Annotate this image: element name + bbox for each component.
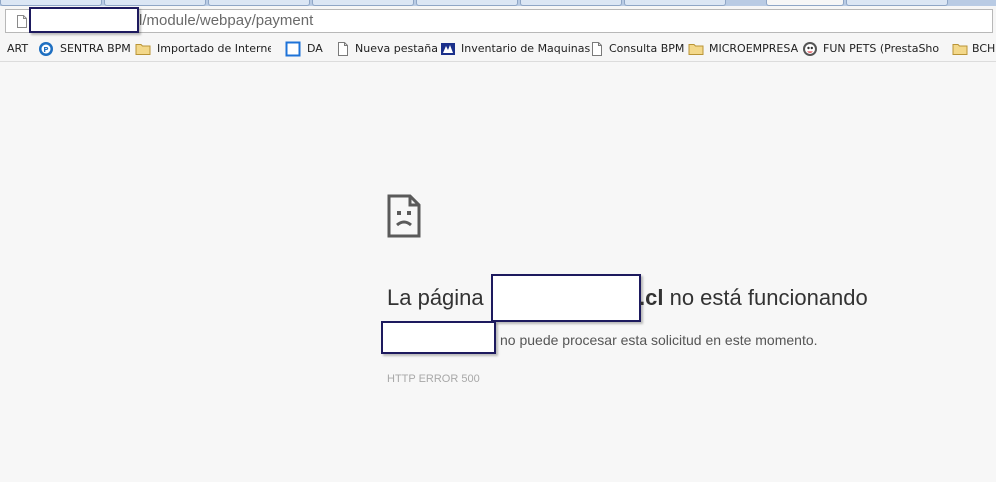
- bookmark-nueva-pestana[interactable]: Nueva pestaña: [335, 41, 438, 57]
- address-bar[interactable]: l/module/webpay/payment: [5, 9, 993, 33]
- browser-toolbar: l/module/webpay/payment: [0, 6, 996, 37]
- folder-icon: [688, 44, 704, 55]
- bookmark-label: Importado de Internet E: [157, 42, 271, 55]
- bookmark-label: SENTRA BPM: [60, 42, 131, 55]
- page-icon: [592, 42, 602, 56]
- bookmark-fun-pets[interactable]: FUN PETS (PrestaShop™: [802, 41, 942, 57]
- bookmark-consulta-bpm[interactable]: Consulta BPM: [589, 41, 685, 57]
- bookmark-art[interactable]: ART: [7, 41, 31, 57]
- bookmark-label: Consulta BPM: [609, 42, 685, 55]
- bookmark-label: Inventario de Maquinas: [461, 42, 591, 55]
- bookmark-inventario[interactable]: Inventario de Maquinas: [440, 41, 590, 57]
- error-code: HTTP ERROR 500: [387, 373, 480, 385]
- bookmarks-bar: ART P SENTRA BPM Importado de Internet E…: [0, 37, 996, 62]
- error-title-suffix: no está funcionando: [669, 285, 868, 310]
- redacted-domain-box: [29, 7, 139, 33]
- bookmark-microempresa[interactable]: MICROEMPRESA: [688, 41, 798, 57]
- prestashop-icon: [803, 42, 817, 56]
- bookmark-label: ART: [7, 42, 29, 55]
- bookmark-label: BCH: [972, 42, 996, 55]
- bookmark-da[interactable]: DA: [285, 41, 325, 57]
- page-icon: [17, 15, 27, 28]
- bookmark-label: FUN PETS (PrestaShop™: [823, 42, 939, 55]
- svg-text:P: P: [43, 46, 48, 54]
- error-title-domain-tail: .cl: [639, 285, 664, 310]
- page-icon: [338, 42, 348, 56]
- bookmark-label: MICROEMPRESA: [709, 42, 799, 55]
- sad-page-icon: [387, 194, 421, 238]
- folder-icon: [135, 44, 151, 55]
- folder-icon: [952, 44, 968, 55]
- bookmark-label: Nueva pestaña: [355, 42, 438, 55]
- bookmark-importado[interactable]: Importado de Internet E: [135, 41, 275, 57]
- bookmark-label: DA: [307, 42, 323, 55]
- url-text[interactable]: l/module/webpay/payment: [139, 12, 313, 29]
- error-title-prefix: La página: [387, 285, 484, 310]
- error-title-tail: .cl no está funcionando: [639, 285, 868, 311]
- redacted-domain-box: [491, 274, 641, 322]
- blue-square-icon: [285, 41, 301, 57]
- bookmark-sentra-bpm[interactable]: P SENTRA BPM: [38, 41, 131, 57]
- redacted-host-box: [381, 321, 496, 354]
- inventory-icon: [441, 43, 455, 55]
- bookmark-bch[interactable]: BCH: [952, 41, 996, 57]
- sentra-gear-icon: P: [39, 42, 53, 56]
- error-description: no puede procesar esta solicitud en este…: [500, 332, 818, 348]
